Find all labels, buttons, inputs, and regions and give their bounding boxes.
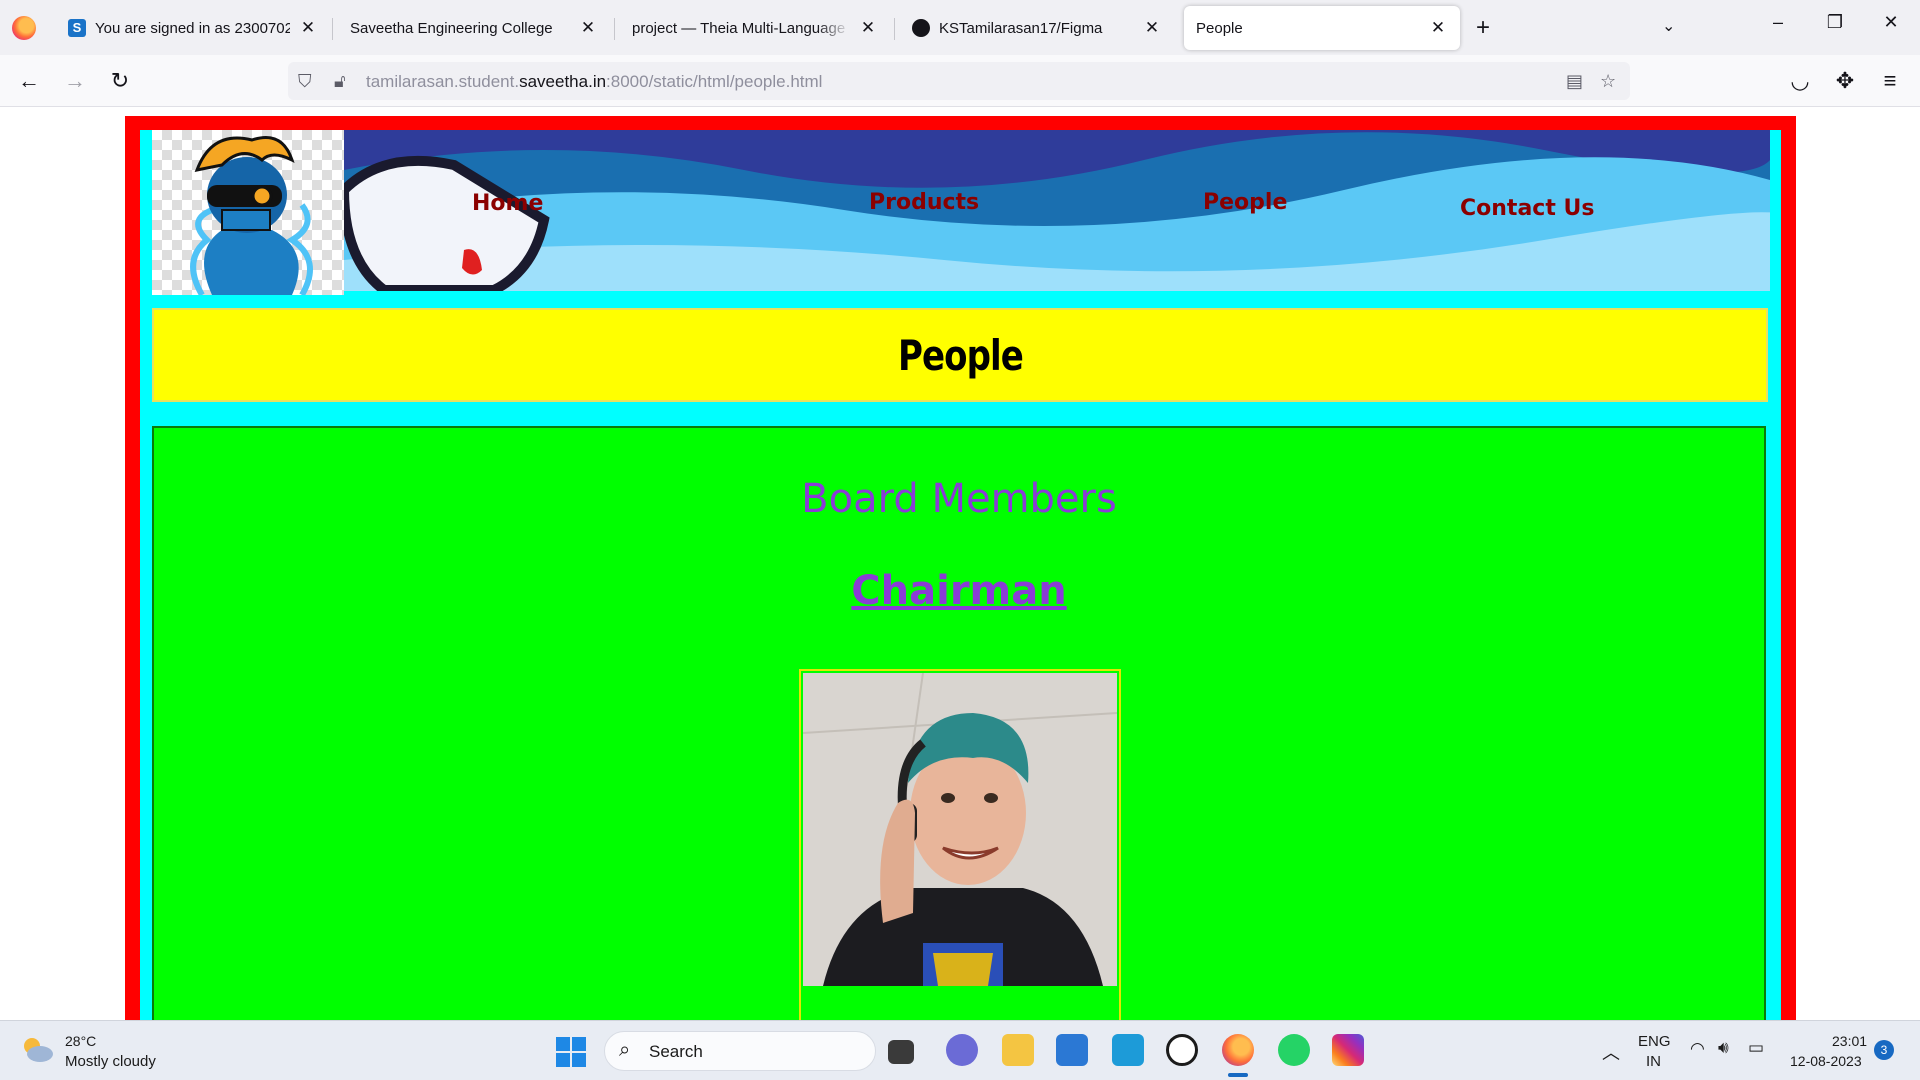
wifi-icon[interactable]: ◠ [1690,1039,1705,1059]
close-icon[interactable]: ✕ [578,18,598,38]
chairman-photo [803,673,1117,986]
file-explorer-icon[interactable] [1002,1034,1034,1066]
reload-icon[interactable]: ↻ [105,67,135,95]
tab-theia-project[interactable]: project — Theia Multi-Language Ex ✕ [620,6,890,50]
outer-red-border: Home Products People Contact Us People B… [125,116,1796,1020]
back-icon[interactable]: ← [14,67,44,95]
weather-description[interactable]: Mostly cloudy [65,1053,156,1070]
chairman-heading[interactable]: Chairman [154,568,1764,614]
url-prefix: tamilarasan.student. [366,72,520,91]
dell-icon[interactable] [1166,1034,1198,1066]
search-icon: ⌕ [619,1039,631,1061]
tab-github-figma[interactable]: KSTamilarasan17/Figma ✕ [900,6,1174,50]
weather-temperature[interactable]: 28°C [65,1033,96,1049]
nav-contact-link[interactable]: Contact Us [1460,196,1594,221]
close-icon[interactable]: ✕ [298,18,318,38]
board-members-heading: Board Members [801,476,1117,522]
tab-people[interactable]: People ✕ [1184,6,1460,50]
inner-cyan-container: Home Products People Contact Us People B… [140,130,1781,1020]
search-label: Search [649,1042,703,1061]
reader-view-icon[interactable]: ▤ [1566,71,1583,92]
tab-separator [614,18,615,40]
clock-time[interactable]: 23:01 [1832,1033,1867,1049]
tab-signed-in[interactable]: S You are signed in as 23007020 ✕ [56,6,330,50]
language-line-1[interactable]: ENG [1638,1033,1671,1050]
minimize-icon[interactable]: – [1763,12,1793,33]
firefox-view-icon[interactable] [12,16,36,40]
tab-title: People [1196,19,1243,37]
tab-separator [332,18,333,40]
new-tab-icon[interactable]: + [1476,14,1490,42]
nav-people-link[interactable]: People [1203,190,1287,215]
tab-bar: S You are signed in as 23007020 ✕ Saveet… [0,0,1920,55]
clock-date[interactable]: 12-08-2023 [1790,1053,1862,1069]
nav-home-link[interactable]: Home [472,191,543,216]
page-viewport: Home Products People Contact Us People B… [0,107,1920,1020]
notification-badge[interactable]: 3 [1874,1040,1894,1060]
pocket-icon[interactable]: ◡ [1785,67,1815,95]
navigation-toolbar: ← → ↻ ⛉ 🔓︎ tamilarasan.student.saveetha.… [0,55,1920,107]
whatsapp-icon[interactable] [1278,1034,1310,1066]
s-icon: S [68,19,86,37]
forward-icon[interactable]: → [60,67,90,95]
window-close-icon[interactable]: ✕ [1876,12,1906,33]
tab-saveetha[interactable]: Saveetha Engineering College ✕ [338,6,610,50]
url-path: :8000/static/html/people.html [606,72,823,91]
task-view-icon[interactable] [888,1040,914,1064]
tab-title: You are signed in as 23007020 [95,19,290,37]
tab-title: Saveetha Engineering College [350,19,553,37]
page-title-box: People [152,308,1768,402]
instagram-icon[interactable] [1332,1034,1364,1066]
windows-start-icon[interactable] [556,1037,586,1067]
menu-icon[interactable]: ≡ [1875,67,1905,95]
volume-icon[interactable]: 🔊︎ [1718,1038,1729,1058]
close-icon[interactable]: ✕ [1142,18,1162,38]
list-all-tabs-icon[interactable]: ⌄ [1662,16,1675,36]
teams-chat-icon[interactable] [946,1034,978,1066]
firefox-taskbar-icon[interactable] [1222,1034,1254,1066]
bookmark-star-icon[interactable]: ☆ [1600,71,1616,92]
extensions-icon[interactable]: ✥ [1830,67,1860,95]
nav-products-link[interactable]: Products [869,190,979,215]
url-domain: saveetha.in [519,72,607,91]
taskbar-search[interactable]: ⌕ Search [604,1031,876,1071]
header-banner: Home Products People Contact Us [152,130,1770,300]
active-app-indicator [1228,1073,1248,1077]
github-icon [912,19,930,37]
gamer-logo-image[interactable] [152,130,344,297]
windows-taskbar: 28°C Mostly cloudy ⌕ Search ︿ ENG IN ◠ 🔊… [0,1020,1920,1080]
content-section: Board Members Chairman [152,426,1766,1020]
remote-desktop-icon[interactable] [1112,1034,1144,1066]
restore-icon[interactable]: ❐ [1820,12,1850,33]
tab-title: KSTamilarasan17/Figma [939,19,1103,37]
chairman-heading-text: Chairman [851,568,1067,614]
chairman-photo-frame [799,669,1121,1020]
tab-separator [894,18,895,40]
shield-icon[interactable]: ⛉ [298,71,312,92]
insecure-lock-icon[interactable]: 🔓︎ [334,71,346,92]
weather-cloudy-icon[interactable] [20,1035,54,1063]
language-line-2[interactable]: IN [1646,1053,1661,1070]
battery-icon[interactable]: ▭ [1748,1038,1764,1058]
tab-title: project — Theia Multi-Language Ex [632,19,850,37]
close-icon[interactable]: ✕ [1428,18,1448,38]
show-hidden-icons-icon[interactable]: ︿ [1602,1039,1620,1065]
page-title: People [897,330,1023,380]
url-bar[interactable]: ⛉ 🔓︎ tamilarasan.student.saveetha.in:800… [288,62,1630,100]
close-icon[interactable]: ✕ [858,18,878,38]
url-text[interactable]: tamilarasan.student.saveetha.in:8000/sta… [366,72,822,92]
mail-icon[interactable] [1056,1034,1088,1066]
